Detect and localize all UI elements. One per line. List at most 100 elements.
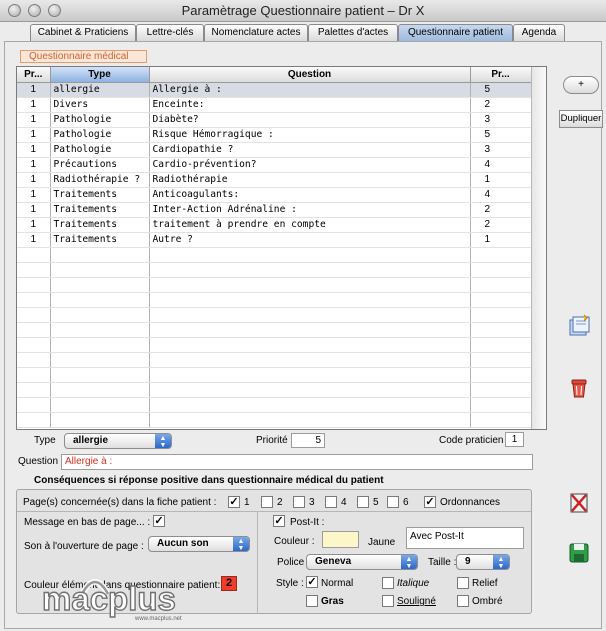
page-3-checkbox[interactable] [293,496,305,508]
add-button[interactable]: + [563,76,599,94]
page-5-checkbox[interactable] [357,496,369,508]
page-2-checkbox[interactable] [261,496,273,508]
table-row[interactable] [17,337,532,353]
code-praticien-label: Code praticien [439,435,504,446]
page-6-checkbox[interactable] [387,496,399,508]
question-cell [149,337,471,353]
priority-1-cell [17,337,51,353]
type-select[interactable]: allergie ▲ ▼ [64,433,172,449]
table-row[interactable] [17,277,532,293]
size-select[interactable]: 9 ▲ ▼ [456,554,510,570]
question-cell: Cardio-prévention? [149,157,471,173]
header-priority-2[interactable]: Pr... [470,67,532,83]
table-row[interactable]: 1 Radiothérapie ? Radiothérapie 1 [17,172,532,188]
style-bold-label: Gras [321,596,344,607]
style-normal-checkbox[interactable]: ✓ [306,576,318,588]
font-select[interactable]: Geneva ▲ ▼ [306,554,418,570]
trash-icon[interactable] [566,374,592,400]
priority-1-cell: 1 [17,202,51,218]
question-cell [149,367,471,383]
header-type[interactable]: Type [50,67,150,83]
table-row[interactable] [17,397,532,413]
table-row[interactable] [17,382,532,398]
style-italic-checkbox[interactable] [382,577,394,589]
table-row[interactable]: 1 Pathologie Risque Hémorragique :5 [17,127,532,143]
sound-label: Son à l'ouverture de page : [24,541,144,552]
tab-cabinet[interactable]: Cabinet & Praticiens [30,24,136,41]
table-row[interactable] [17,292,532,308]
copy-icon[interactable] [566,313,592,339]
postit-text-field[interactable]: Avec Post-It [406,527,524,549]
color-element-swatch[interactable]: 2 [221,576,237,591]
style-underline-label: Souligné [397,596,436,607]
table-row[interactable]: 1 Traitements Autre ? 1 [17,232,532,248]
tab-agenda[interactable]: Agenda [513,24,565,41]
style-shadow-checkbox[interactable] [457,595,469,607]
table-row[interactable]: 1 Pathologie Diabète? 3 [17,112,532,128]
question-field[interactable]: Allergie à : [61,454,533,470]
type-cell: Traitements [50,217,150,233]
table-row[interactable] [17,247,532,263]
ordonnances-checkbox[interactable]: ✓ [424,496,436,508]
priority-1-cell [17,397,51,413]
message-checkbox[interactable]: ✓ [153,515,165,527]
header-priority-1[interactable]: Pr... [17,67,51,83]
priority-2-cell: 3 [470,142,532,158]
type-select-value: allergie [73,435,109,446]
style-bold-checkbox[interactable] [306,595,318,607]
size-label: Taille : [428,557,457,568]
table-row[interactable]: 1 allergie Allergie à :5 [17,82,532,98]
priority-2-cell: 2 [470,97,532,113]
table-row[interactable]: 1 Divers Enceinte: 2 [17,97,532,113]
duplicate-button[interactable]: Dupliquer [559,110,603,128]
table-row[interactable]: 1 Traitements Anticoagulants: 4 [17,187,532,203]
priority-2-cell: 2 [470,217,532,233]
chevron-updown-icon: ▲ ▼ [233,537,249,552]
priority-2-cell [470,367,532,383]
style-relief-checkbox[interactable] [457,577,469,589]
type-cell [50,262,150,278]
tab-lettre-cles[interactable]: Lettre-clés [136,24,204,41]
priority-2-cell [470,337,532,353]
question-cell: Enceinte: [149,97,471,113]
priority-1-cell [17,412,51,428]
code-praticien-field[interactable]: 1 [505,432,524,447]
page-1-label: 1 [244,497,250,508]
sound-select[interactable]: Aucun son ▲ ▼ [148,536,250,552]
tab-nomenclature[interactable]: Nomenclature actes [204,24,308,41]
priority-field[interactable]: 5 [291,433,325,448]
questions-table[interactable]: Pr... Type Question Pr... 1 allergie Aller… [16,66,547,430]
priority-2-cell [470,307,532,323]
postit-color-swatch[interactable] [322,531,359,548]
tab-palettes[interactable]: Palettes d'actes [308,24,398,41]
priority-1-cell: 1 [17,112,51,128]
type-cell [50,352,150,368]
tab-questionnaire[interactable]: Questionnaire patient [398,24,513,41]
delete-icon[interactable] [566,490,592,516]
postit-label: Post-It : [290,517,325,528]
page-1-checkbox[interactable]: ✓ [228,496,240,508]
table-row[interactable] [17,307,532,323]
table-row[interactable] [17,352,532,368]
message-label: Message en bas de page... : [24,517,151,528]
table-row[interactable] [17,262,532,278]
table-row[interactable] [17,367,532,383]
header-question[interactable]: Question [149,67,471,83]
priority-2-cell [470,247,532,263]
table-row[interactable]: 1 Traitements traitement à prendre en comp… [17,217,532,233]
style-underline-checkbox[interactable] [382,595,394,607]
save-icon[interactable] [566,540,592,566]
table-row[interactable]: 1 Précautions Cardio-prévention? 4 [17,157,532,173]
postit-checkbox[interactable]: ✓ [273,515,285,527]
page-5-label: 5 [373,497,379,508]
table-row[interactable]: 1 Pathologie Cardiopathie ? 3 [17,142,532,158]
table-scrollbar[interactable] [531,67,546,429]
page-4-checkbox[interactable] [325,496,337,508]
table-row[interactable]: 1 Traitements Inter-Action Adrénaline :2 [17,202,532,218]
table-row[interactable] [17,322,532,338]
priority-1-cell: 1 [17,97,51,113]
priority-2-cell: 1 [470,172,532,188]
table-row[interactable] [17,412,532,428]
priority-1-cell: 1 [17,142,51,158]
question-cell: traitement à prendre en compte [149,217,471,233]
